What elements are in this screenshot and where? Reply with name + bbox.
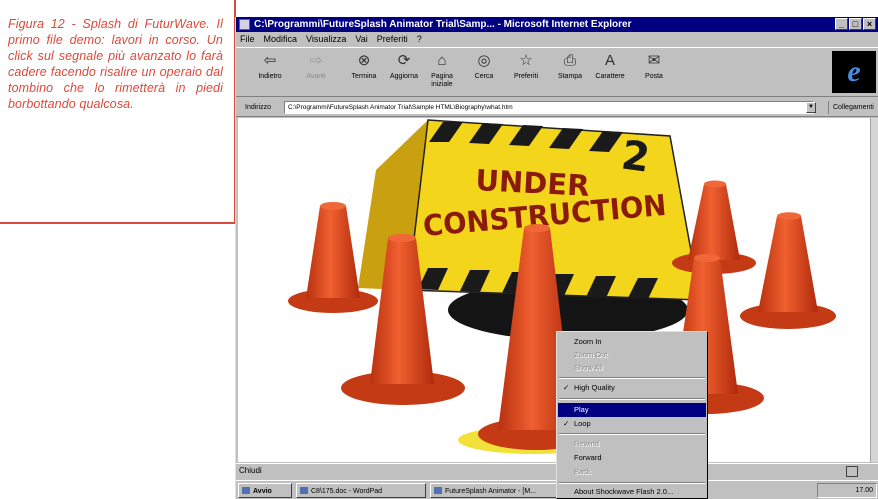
address-dropdown-icon[interactable]: ▼ bbox=[806, 102, 816, 113]
menu-item-label: Back bbox=[574, 467, 591, 476]
wordpad-icon bbox=[300, 487, 308, 494]
stop-button-label: Termina bbox=[351, 73, 377, 80]
minimize-button[interactable]: _ bbox=[835, 18, 848, 30]
menu-item-show-all[interactable]: Show All bbox=[558, 361, 706, 375]
home-button-label: Pagina iniziale bbox=[431, 73, 453, 88]
menu-item-label: Show All bbox=[574, 363, 603, 372]
menu-item-label: Zoom In bbox=[574, 337, 602, 346]
menu-item-label: Forward bbox=[574, 453, 602, 462]
favorites-button-label: Preferiti bbox=[513, 73, 539, 80]
search-button[interactable]: ◎ Cerca bbox=[462, 52, 506, 81]
window-title: C:\Programmi\FutureSplash Animator Trial… bbox=[254, 19, 632, 30]
address-input[interactable]: C:\Programmi\FutureSplash Animator Trial… bbox=[284, 101, 814, 114]
ie-logo-icon: e bbox=[832, 51, 876, 93]
favorites-icon: ☆ bbox=[519, 52, 533, 69]
task-futuresplash[interactable]: FutureSplash Animator - [M... bbox=[430, 483, 560, 498]
menu-separator bbox=[559, 433, 705, 435]
menu-item-about[interactable]: About Shockwave Flash 2.0... bbox=[558, 485, 706, 499]
links-button[interactable]: Collegamenti bbox=[828, 101, 874, 114]
forward-button[interactable]: ⇨ Avanti bbox=[294, 52, 338, 81]
menu-item-label: Rewind bbox=[574, 439, 600, 448]
address-label: Indirizzo bbox=[245, 104, 272, 111]
menu-help[interactable]: ? bbox=[417, 32, 422, 46]
menu-item-back[interactable]: Back bbox=[558, 465, 706, 479]
start-label: Avvio bbox=[253, 488, 272, 495]
menu-item-label: Play bbox=[574, 405, 589, 414]
print-button-label: Stampa bbox=[557, 73, 583, 80]
windows-logo-icon bbox=[242, 487, 250, 494]
menu-item-label: High Quality bbox=[574, 383, 615, 392]
font-icon: A bbox=[604, 52, 615, 69]
forward-arrow-icon: ⇨ bbox=[309, 52, 323, 69]
menu-vai[interactable]: Vai bbox=[355, 32, 367, 46]
menu-item-label: Zoom Out bbox=[574, 350, 608, 359]
menu-item-label: Loop bbox=[574, 419, 591, 428]
menu-separator bbox=[559, 377, 705, 379]
back-arrow-icon: ⇦ bbox=[263, 52, 277, 69]
home-button[interactable]: ⌂ Pagina iniziale bbox=[420, 52, 464, 89]
menu-item-rewind[interactable]: Rewind bbox=[558, 437, 706, 451]
task-wordpad-label: C8\175.doc - WordPad bbox=[311, 488, 383, 495]
vertical-scrollbar[interactable] bbox=[870, 118, 878, 462]
font-button-label: Carattere bbox=[595, 73, 625, 80]
check-icon: ✓ bbox=[563, 419, 570, 428]
mail-button-label: Posta bbox=[645, 73, 663, 80]
menu-preferiti[interactable]: Preferiti bbox=[377, 32, 408, 46]
print-icon: ⎙ bbox=[563, 52, 576, 69]
menu-separator bbox=[559, 482, 705, 484]
search-icon: ◎ bbox=[477, 52, 491, 69]
security-zone-icon bbox=[846, 466, 858, 477]
print-button[interactable]: ⎙ Stampa bbox=[548, 52, 592, 81]
back-button-label: Indietro bbox=[258, 73, 282, 80]
close-button[interactable]: × bbox=[863, 18, 876, 30]
system-tray: 17.00 bbox=[817, 483, 877, 498]
menu-visualizza[interactable]: Visualizza bbox=[306, 32, 346, 46]
address-bar: Indirizzo C:\Programmi\FutureSplash Anim… bbox=[236, 98, 878, 117]
context-menu: Zoom In Zoom Out Show All ✓ High Quality … bbox=[556, 331, 708, 499]
menu-bar: File Modifica Visualizza Vai Preferiti ? bbox=[236, 32, 878, 46]
maximize-button[interactable]: □ bbox=[849, 18, 862, 30]
status-text: Chiudi bbox=[239, 466, 262, 475]
menu-separator bbox=[559, 398, 705, 400]
task-futuresplash-label: FutureSplash Animator - [M... bbox=[445, 488, 537, 495]
menu-item-zoom-out[interactable]: Zoom Out bbox=[558, 348, 706, 362]
mail-button[interactable]: ✉ Posta bbox=[632, 52, 676, 81]
back-button[interactable]: ⇦ Indietro bbox=[248, 52, 292, 81]
figure-caption-box: Figura 12 - Splash di FuturWave. Il prim… bbox=[0, 0, 236, 224]
menu-modifica[interactable]: Modifica bbox=[264, 32, 298, 46]
title-bar[interactable]: C:\Programmi\FutureSplash Animator Trial… bbox=[236, 17, 878, 32]
search-button-label: Cerca bbox=[474, 73, 494, 80]
figure-caption: Figura 12 - Splash di FuturWave. Il prim… bbox=[8, 17, 223, 111]
font-button[interactable]: A Carattere bbox=[588, 52, 632, 81]
menu-item-loop[interactable]: ✓ Loop bbox=[558, 417, 706, 431]
menu-item-play[interactable]: Play bbox=[558, 403, 706, 417]
menu-item-forward[interactable]: Forward bbox=[558, 451, 706, 465]
mail-icon: ✉ bbox=[647, 52, 661, 69]
menu-item-high-quality[interactable]: ✓ High Quality bbox=[558, 381, 706, 395]
page-content[interactable]: 2 UNDER CONSTRUCTION bbox=[238, 118, 870, 462]
futuresplash-icon bbox=[434, 487, 442, 494]
task-wordpad[interactable]: C8\175.doc - WordPad bbox=[296, 483, 426, 498]
menu-item-label: About Shockwave Flash 2.0... bbox=[574, 487, 674, 496]
app-icon[interactable] bbox=[239, 19, 250, 30]
check-icon: ✓ bbox=[563, 383, 570, 392]
flash-animation[interactable]: 2 UNDER CONSTRUCTION bbox=[238, 118, 870, 462]
start-button[interactable]: Avvio bbox=[238, 483, 292, 498]
menu-file[interactable]: File bbox=[240, 32, 255, 46]
refresh-button-label: Aggiorna bbox=[389, 73, 419, 80]
toolbar: ⇦ Indietro ⇨ Avanti ⊗ Termina ⟳ Aggiorna… bbox=[236, 47, 878, 97]
stop-button[interactable]: ⊗ Termina bbox=[342, 52, 386, 81]
clock[interactable]: 17.00 bbox=[855, 484, 873, 497]
menu-item-zoom-in[interactable]: Zoom In bbox=[558, 335, 706, 349]
traffic-cone-far-right bbox=[740, 212, 836, 329]
favorites-button[interactable]: ☆ Preferiti bbox=[504, 52, 548, 81]
stop-icon: ⊗ bbox=[357, 52, 371, 69]
home-icon: ⌂ bbox=[437, 52, 447, 69]
forward-button-label: Avanti bbox=[306, 73, 326, 80]
